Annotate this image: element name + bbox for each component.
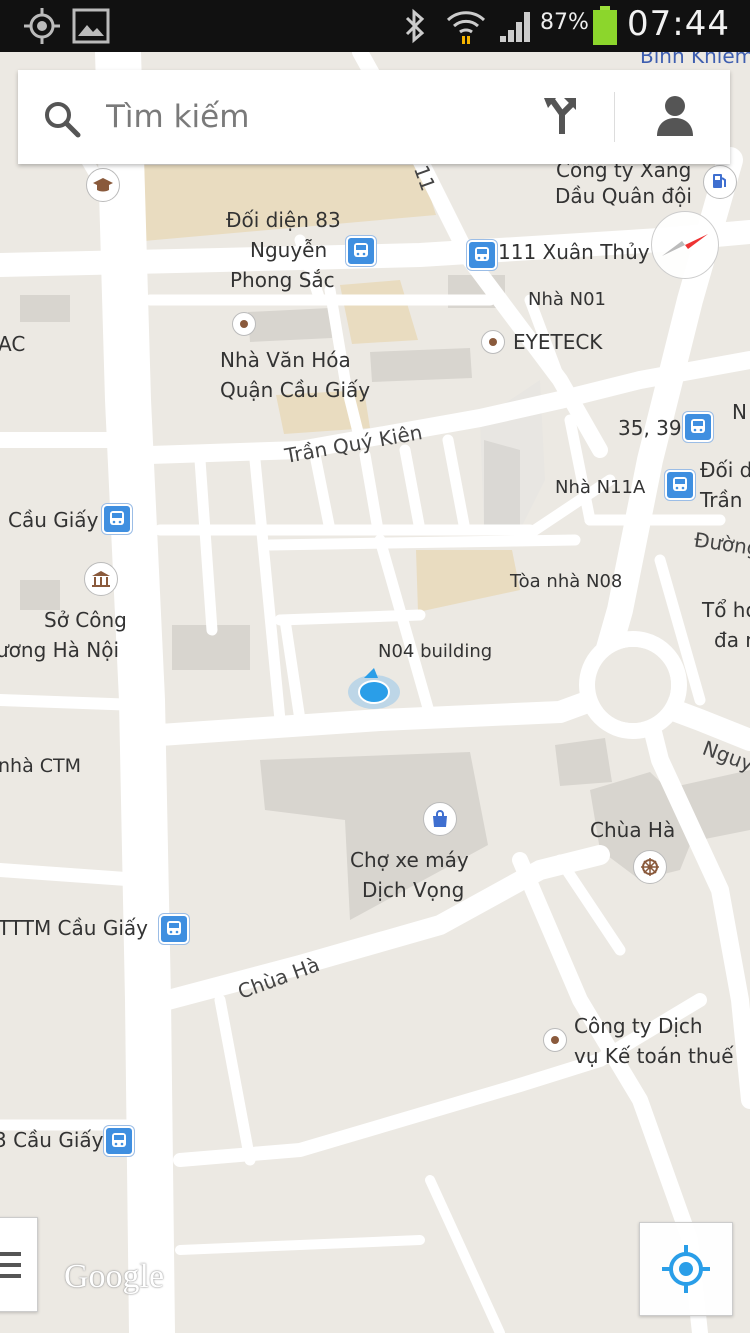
shopping-icon <box>423 802 457 836</box>
map-label: Đối diện 83 <box>226 208 341 232</box>
place-icon <box>543 1028 567 1052</box>
map-label: EYETECK <box>513 330 603 354</box>
map-label: đa n <box>714 628 750 652</box>
map-view[interactable]: Bình Khiêm Công ty Xăng Dầu Quân đội 11 … <box>0 52 750 1333</box>
menu-button[interactable] <box>0 1217 38 1312</box>
map-label: Công ty Dịch <box>574 1014 703 1038</box>
map-label: Nhà Văn Hóa <box>220 348 351 372</box>
compass-icon <box>662 234 708 256</box>
map-label: Trần <box>700 488 743 512</box>
signal-icon <box>500 12 530 42</box>
bus-stop-icon <box>102 504 132 534</box>
map-label: Nhà N11A <box>555 477 646 498</box>
map-label: Phong Sắc <box>230 268 335 292</box>
bus-stop-icon <box>467 240 497 270</box>
person-icon <box>657 96 693 136</box>
map-label: Chùa Hà <box>590 818 676 842</box>
map-label: Đối d <box>700 458 750 482</box>
map-label: Bình Khiêm <box>640 52 750 68</box>
wifi-icon <box>446 11 486 44</box>
map-label: Dịch Vọng <box>362 878 465 902</box>
map-label: ương Hà Nội <box>0 638 120 662</box>
place-icon <box>232 312 256 336</box>
bus-stop-icon <box>683 412 713 442</box>
search-bar <box>18 70 730 164</box>
gas-station-icon <box>703 165 737 199</box>
map-label: Cầu Giấy <box>8 508 99 532</box>
map-label: Nguyễn <box>250 238 328 262</box>
map-label: AC <box>0 332 26 356</box>
gps-icon <box>24 8 60 44</box>
bus-stop-icon <box>104 1126 134 1156</box>
menu-icon <box>0 1252 21 1278</box>
map-label: Tổ hợ <box>702 598 750 622</box>
account-button[interactable] <box>638 90 712 146</box>
map-label: Nhà N01 <box>528 289 606 310</box>
bluetooth-icon <box>405 8 425 44</box>
search-icon[interactable] <box>42 99 82 139</box>
temple-icon <box>633 850 667 884</box>
museum-icon <box>84 562 118 596</box>
map-label: 111 Xuân Thủy <box>498 240 650 264</box>
divider <box>614 92 615 142</box>
map-label: vụ Kế toán thuế <box>574 1044 734 1068</box>
map-label: Sở Công <box>44 608 127 632</box>
map-label: TTTM Cầu Giấy <box>0 916 148 940</box>
bus-stop-icon <box>665 470 695 500</box>
gallery-icon <box>72 8 110 44</box>
battery-icon <box>593 6 617 45</box>
directions-icon <box>544 98 576 134</box>
compass-button[interactable] <box>651 211 719 279</box>
directions-button[interactable] <box>528 90 592 146</box>
status-bar: 87% 07:44 <box>0 0 750 52</box>
map-label: 35, 39 <box>618 416 682 440</box>
map-label: Tòa nhà N08 <box>510 571 623 592</box>
map-label: N <box>732 400 747 424</box>
place-icon <box>481 330 505 354</box>
google-logo: Google <box>64 1258 165 1295</box>
my-location-icon <box>662 1245 710 1293</box>
my-location-button[interactable] <box>639 1222 733 1316</box>
school-icon <box>86 168 120 202</box>
bus-stop-icon <box>346 236 376 266</box>
clock: 07:44 <box>627 4 730 44</box>
search-input[interactable] <box>106 92 506 142</box>
bus-stop-icon <box>159 914 189 944</box>
map-label: Chợ xe máy <box>350 848 469 872</box>
map-label: nhà CTM <box>0 755 82 777</box>
map-label: N04 building <box>378 641 493 662</box>
map-label: Quận Cầu Giấy <box>220 378 371 402</box>
battery-percent: 87% <box>540 10 589 35</box>
current-location-marker <box>348 668 400 709</box>
map-label: 3 Cầu Giấy <box>0 1128 104 1152</box>
map-label: Dầu Quân đội <box>555 184 692 208</box>
